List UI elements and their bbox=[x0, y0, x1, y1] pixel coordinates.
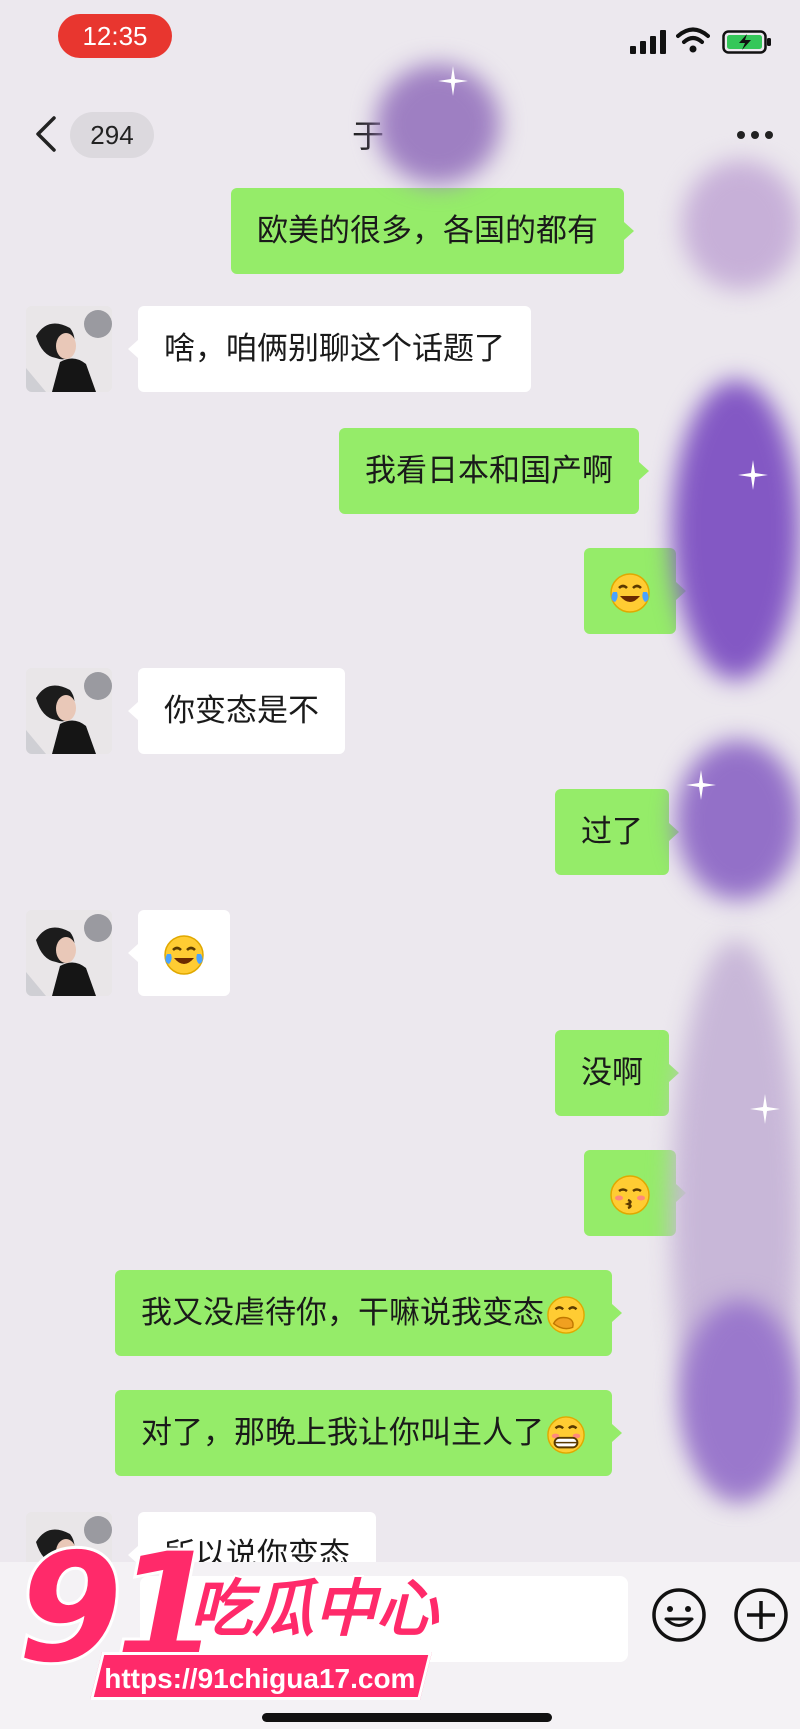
watermark-url: https://91chigua17.com bbox=[90, 1652, 432, 1700]
laughing-crying-emoji-icon bbox=[164, 934, 204, 975]
privacy-blur bbox=[682, 160, 800, 290]
message-bubble-mine[interactable]: 欧美的很多，各国的都有 bbox=[231, 188, 634, 274]
message-bubble-mine[interactable]: 对了，那晚上我让你叫主人了 bbox=[115, 1390, 622, 1476]
wifi-icon bbox=[676, 27, 710, 53]
battery-charging-icon bbox=[722, 30, 771, 54]
sparkle-icon bbox=[750, 1094, 780, 1124]
message-bubble-mine[interactable] bbox=[584, 548, 686, 634]
watermark-url-text: https://91chigua17.com bbox=[104, 1663, 416, 1694]
unread-count-badge[interactable]: 294 bbox=[70, 112, 154, 158]
home-indicator bbox=[262, 1713, 552, 1722]
message-bubble-mine[interactable]: 没啊 bbox=[555, 1030, 679, 1116]
watermark-logo-name: 吃瓜中心 bbox=[188, 1572, 440, 1646]
grimacing-face-emoji-icon bbox=[547, 1415, 585, 1454]
more-options-icon[interactable] bbox=[735, 128, 775, 142]
laughing-crying-emoji-icon bbox=[610, 572, 650, 613]
message-bubble-theirs[interactable]: 你变态是不 bbox=[128, 668, 345, 754]
status-time: 12:35 bbox=[58, 14, 172, 58]
message-bubble-mine[interactable]: 过了 bbox=[555, 789, 679, 875]
message-text: 对了，那晚上我让你叫主人了 bbox=[141, 1415, 544, 1451]
more-functions-plus-icon[interactable] bbox=[732, 1586, 790, 1644]
emoji-button-icon[interactable] bbox=[650, 1586, 708, 1644]
message-bubble-mine[interactable] bbox=[584, 1150, 686, 1236]
contact-avatar[interactable] bbox=[26, 668, 112, 754]
back-chevron-icon[interactable] bbox=[32, 114, 62, 154]
kissing-face-emoji-icon bbox=[610, 1174, 650, 1215]
privacy-blur bbox=[676, 740, 800, 900]
hand-over-mouth-emoji-icon bbox=[547, 1295, 585, 1334]
avatar-photo-icon bbox=[26, 668, 112, 754]
contact-avatar[interactable] bbox=[26, 910, 112, 996]
message-bubble-mine[interactable]: 我又没虐待你，干嘛说我变态 bbox=[115, 1270, 622, 1356]
message-bubble-mine[interactable]: 我看日本和国产啊 bbox=[339, 428, 649, 514]
sparkle-icon bbox=[738, 460, 768, 490]
privacy-blur bbox=[680, 1300, 800, 1500]
privacy-blur bbox=[672, 380, 800, 680]
contact-avatar[interactable] bbox=[26, 306, 112, 392]
avatar-photo-icon bbox=[26, 306, 112, 392]
message-bubble-theirs[interactable]: 啥，咱俩别聊这个话题了 bbox=[128, 306, 531, 392]
message-text: 我又没虐待你，干嘛说我变态 bbox=[141, 1295, 544, 1331]
avatar-photo-icon bbox=[26, 910, 112, 996]
status-bar: 12:35 bbox=[0, 0, 800, 78]
cellular-signal-icon bbox=[630, 30, 666, 54]
sparkle-icon bbox=[686, 770, 716, 800]
sparkle-icon bbox=[438, 66, 468, 96]
message-bubble-theirs[interactable] bbox=[128, 910, 230, 996]
